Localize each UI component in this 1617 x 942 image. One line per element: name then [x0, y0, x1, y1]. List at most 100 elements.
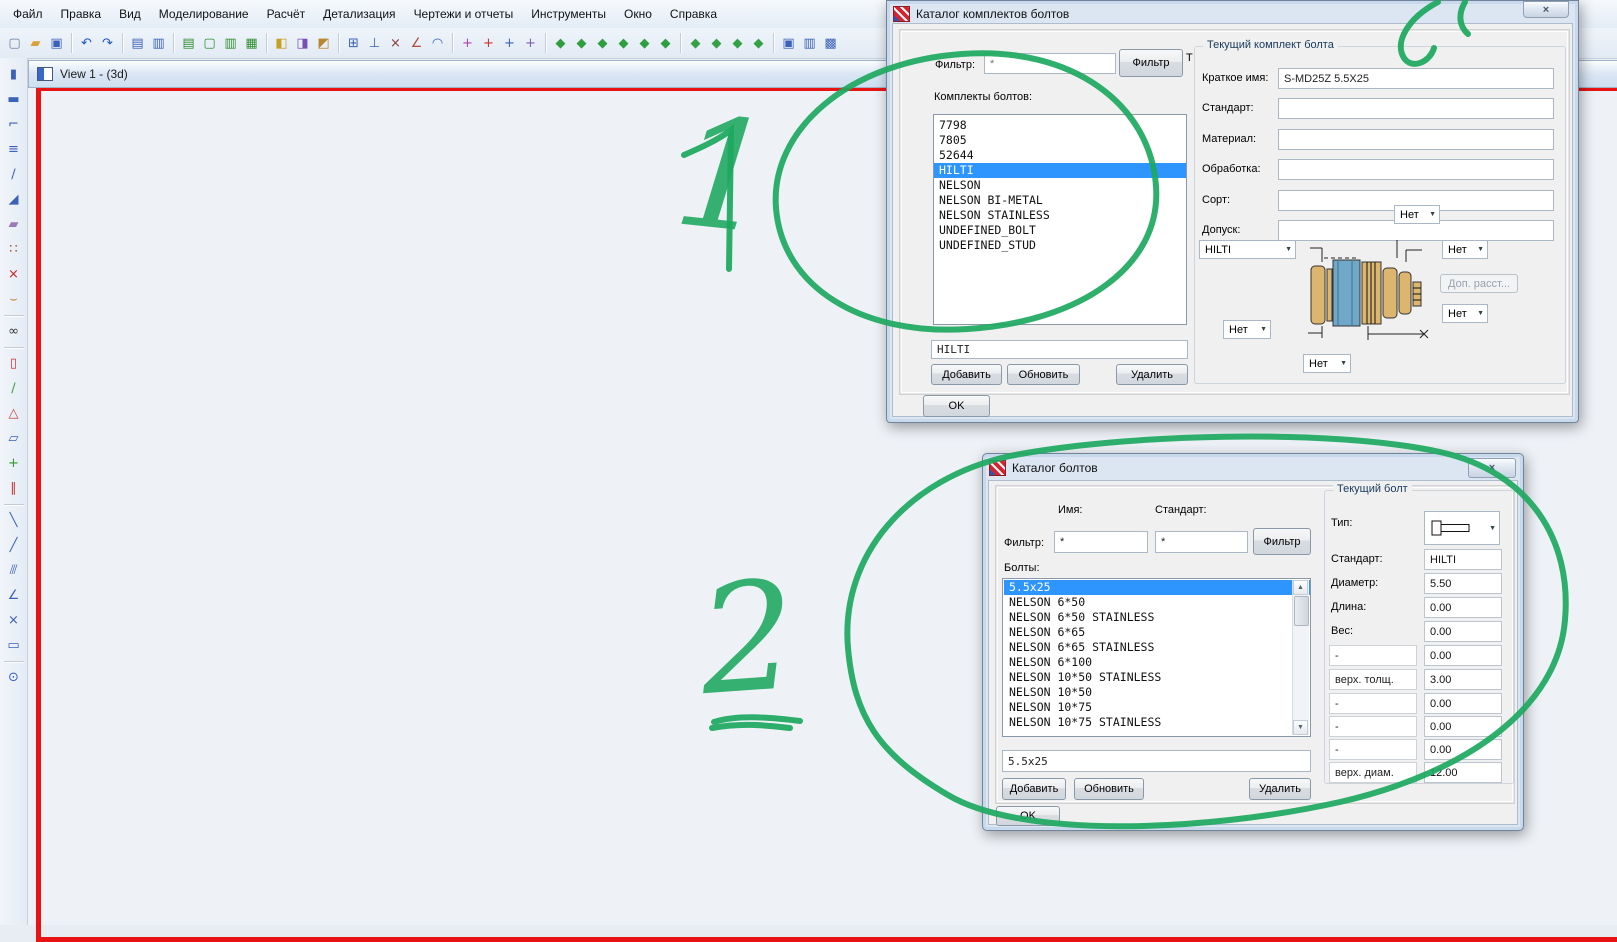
dialog2-prop-value[interactable]: 0.00 — [1424, 739, 1502, 760]
point-tool-1-icon[interactable]: + — [457, 33, 478, 54]
create-twin-profile-icon[interactable]: ≡ — [3, 137, 25, 162]
cascade-windows-icon[interactable]: ▩ — [820, 33, 841, 54]
measure-angle-icon[interactable]: ∠ — [406, 33, 427, 54]
assembly-list-item[interactable]: 52644 — [934, 148, 1186, 163]
assembly-list-item[interactable]: 7798 — [934, 118, 1186, 133]
construction-circle-icon[interactable]: ⊙ — [3, 665, 25, 690]
create-bolt-group-icon[interactable]: ∷ — [3, 237, 25, 262]
create-weld-icon[interactable]: ⌣ — [3, 287, 25, 312]
split-line-icon[interactable]: ∥ — [3, 476, 25, 501]
menu-item-2[interactable]: Правка — [52, 3, 111, 25]
dialog2-delete-button[interactable]: Удалить — [1249, 778, 1311, 800]
dialog2-prop-value[interactable]: 0.00 — [1424, 621, 1502, 642]
print-icon[interactable]: ▤ — [127, 33, 148, 54]
scroll-up-icon[interactable]: ▲ — [1293, 580, 1308, 595]
dialog1-field-value[interactable]: S-MD25Z 5.5X25 — [1278, 68, 1554, 89]
split-plus-icon[interactable]: + — [3, 451, 25, 476]
dialog2-prop-label[interactable]: верх. диам. — [1329, 762, 1417, 783]
dialog1-close-button[interactable]: × — [1523, 1, 1569, 18]
dialog1-washer-right1-combo[interactable]: Нет▼ — [1442, 240, 1488, 259]
dialog1-titlebar[interactable]: Каталог комплектов болтов — [893, 5, 1572, 22]
bolt-list-item[interactable]: NELSON 10*50 — [1004, 685, 1310, 700]
copy-area-icon[interactable]: ▱ — [3, 426, 25, 451]
dialog1-nut-left-combo[interactable]: Нет▼ — [1223, 320, 1271, 339]
open-model-icon[interactable]: ▰ — [25, 33, 46, 54]
dialog2-prop-value[interactable]: 0.00 — [1424, 693, 1502, 714]
dialog2-prop-value[interactable]: 0.00 — [1424, 716, 1502, 737]
detail-triangle-icon[interactable]: △ — [3, 401, 25, 426]
dialog2-ok-button[interactable]: OK — [996, 806, 1060, 826]
dialog2-prop-value[interactable]: 3.00 — [1424, 669, 1502, 690]
dialog1-washer-top-combo[interactable]: Нет▼ — [1394, 205, 1440, 224]
create-column-icon[interactable]: ▮ — [3, 62, 25, 87]
move-rotate-icon[interactable]: ◆ — [706, 33, 727, 54]
point-tool-4-icon[interactable]: + — [520, 33, 541, 54]
report-grid-icon[interactable]: ▦ — [241, 33, 262, 54]
bolt-list-item[interactable]: NELSON 6*50 — [1004, 595, 1310, 610]
copy-mirror-icon[interactable]: ◆ — [592, 33, 613, 54]
assembly-list-item-selected[interactable]: HILTI — [934, 163, 1186, 178]
create-polybeam-icon[interactable]: ⌐ — [3, 112, 25, 137]
dialog1-standard-combo[interactable]: HILTI▼ — [1199, 240, 1296, 259]
point-tool-2-icon[interactable]: + — [478, 33, 499, 54]
measure-arc-icon[interactable]: ◠ — [427, 33, 448, 54]
component-catalog-icon[interactable]: ◩ — [313, 33, 334, 54]
menu-item-8[interactable]: Инструменты — [522, 3, 615, 25]
undo-icon[interactable]: ↶ — [76, 33, 97, 54]
dialog1-add-button[interactable]: Добавить — [931, 364, 1002, 385]
new-model-icon[interactable]: ▢ — [4, 33, 25, 54]
dialog2-add-button[interactable]: Добавить — [1002, 778, 1066, 800]
bolt-list-item[interactable]: NELSON 10*75 — [1004, 700, 1310, 715]
create-slab-icon[interactable]: ▰ — [3, 212, 25, 237]
bolt-list-item[interactable]: NELSON 6*65 — [1004, 625, 1310, 640]
dialog2-prop-value[interactable]: HILTI — [1424, 549, 1502, 570]
dialog2-update-button[interactable]: Обновить — [1074, 778, 1144, 800]
copy-rotate-icon[interactable]: ◆ — [571, 33, 592, 54]
bolt-list-item[interactable]: NELSON 6*50 STAINLESS — [1004, 610, 1310, 625]
scrollbar-thumb[interactable] — [1294, 596, 1309, 626]
dialog2-bolt-type-combo[interactable]: ▼ — [1424, 511, 1500, 545]
rectangle-tool-icon[interactable]: ▭ — [3, 633, 25, 658]
move-array-icon[interactable]: ◆ — [748, 33, 769, 54]
assembly-list-item[interactable]: 7805 — [934, 133, 1186, 148]
dialog2-prop-value[interactable]: 12.00 — [1424, 762, 1502, 783]
report-list-icon[interactable]: ▥ — [220, 33, 241, 54]
bolt-list-item[interactable]: NELSON 10*75 STAINLESS — [1004, 715, 1310, 730]
dialog2-prop-label[interactable]: - — [1329, 716, 1417, 737]
dialog1-filter-input[interactable]: * — [984, 53, 1116, 74]
bolt-list-item[interactable]: NELSON 10*50 STAINLESS — [1004, 670, 1310, 685]
menu-item-5[interactable]: Расчёт — [258, 3, 315, 25]
dialog2-close-button[interactable]: × — [1468, 458, 1516, 478]
organizer-icon[interactable]: ◨ — [292, 33, 313, 54]
create-curved-beam-icon[interactable]: ∕ — [3, 162, 25, 187]
copy-report-icon[interactable]: ▥ — [148, 33, 169, 54]
menu-item-10[interactable]: Справка — [661, 3, 726, 25]
dialog1-name-input[interactable]: HILTI — [931, 340, 1188, 359]
menu-item-3[interactable]: Вид — [110, 3, 150, 25]
save-model-icon[interactable]: ▣ — [46, 33, 67, 54]
menu-item-7[interactable]: Чертежи и отчеты — [405, 3, 523, 25]
measure-cross-icon[interactable]: × — [385, 33, 406, 54]
assembly-list-item[interactable]: UNDEFINED_BOLT — [934, 223, 1186, 238]
scroll-down-icon[interactable]: ▼ — [1293, 720, 1308, 735]
dialog1-field-value[interactable] — [1278, 98, 1554, 119]
parallel-lines-icon[interactable]: ⫻ — [3, 558, 25, 583]
dialog2-prop-label[interactable]: - — [1329, 693, 1417, 714]
dialog1-field-value[interactable] — [1278, 159, 1554, 180]
delete-object-icon[interactable]: × — [3, 262, 25, 287]
move-mirror-icon[interactable]: ◆ — [727, 33, 748, 54]
cut-line-icon[interactable]: ∕ — [3, 376, 25, 401]
dialog1-delete-button[interactable]: Удалить — [1116, 364, 1188, 385]
menu-item-1[interactable]: Файл — [4, 3, 52, 25]
dialog1-extra-distance-button[interactable]: Доп. расст... — [1440, 274, 1518, 293]
dialog2-filter-name-input[interactable]: * — [1054, 531, 1148, 553]
create-contour-plate-icon[interactable]: ◢ — [3, 187, 25, 212]
phase-manager-icon[interactable]: ◧ — [271, 33, 292, 54]
copy-translate-icon[interactable]: ◆ — [550, 33, 571, 54]
bolt-list-item[interactable]: NELSON 6*65 STAINLESS — [1004, 640, 1310, 655]
assembly-list-item[interactable]: NELSON BI-METAL — [934, 193, 1186, 208]
copy-array-icon[interactable]: ◆ — [613, 33, 634, 54]
redo-icon[interactable]: ↷ — [97, 33, 118, 54]
create-beam-icon[interactable]: ▬ — [3, 87, 25, 112]
dialog2-list-scrollbar[interactable]: ▲ ▼ — [1292, 580, 1309, 735]
